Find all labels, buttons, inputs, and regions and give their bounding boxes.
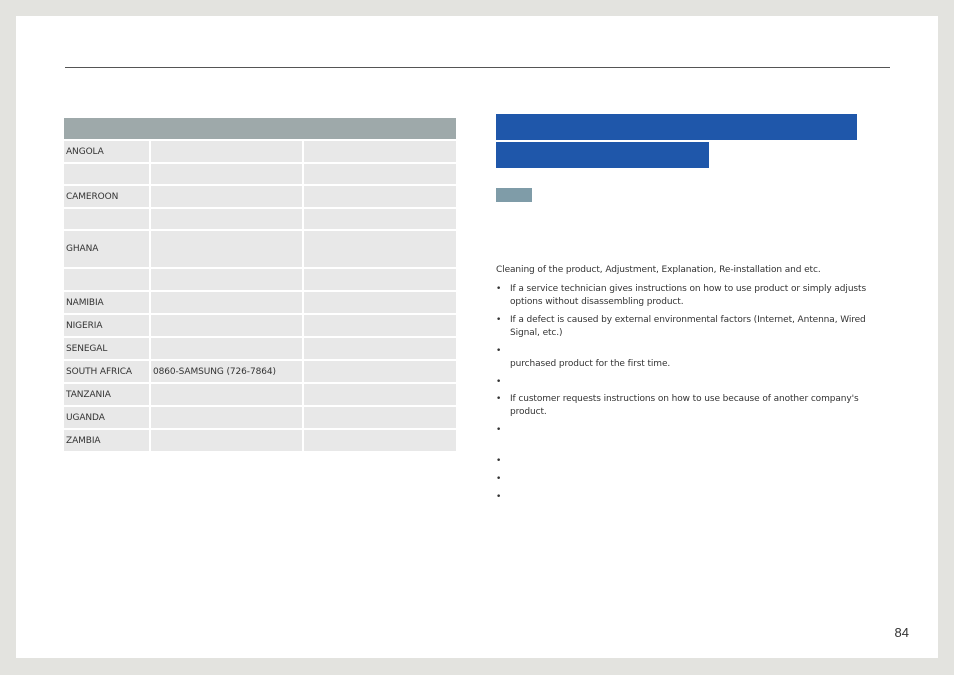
country-cell: TANZANIA: [64, 384, 149, 405]
list-item-text: If a service technician gives instructio…: [510, 284, 867, 307]
web-cell: [304, 430, 456, 451]
list-item-text: If a defect is caused by external enviro…: [510, 315, 866, 338]
table-row: TANZANIA: [64, 384, 456, 405]
web-cell: [304, 186, 456, 207]
bullet-dot-icon: •: [496, 284, 502, 294]
table-row: ANGOLA: [64, 141, 456, 162]
country-cell: SENEGAL: [64, 338, 149, 359]
country-cell: ANGOLA: [64, 141, 149, 162]
phone-cell: [151, 430, 302, 451]
web-cell: [304, 292, 456, 313]
phone-cell: [151, 164, 302, 184]
table-row: [64, 164, 456, 184]
list-item: • If a defect is caused by external envi…: [496, 314, 896, 340]
list-item: • purchased product for the first time.: [496, 345, 896, 371]
list-item: •: [496, 424, 896, 437]
country-cell: [64, 209, 149, 229]
bullet-dot-icon: •: [496, 394, 502, 404]
phone-cell: [151, 407, 302, 428]
web-cell: [304, 407, 456, 428]
bullet-dot-icon: •: [496, 492, 502, 502]
table-row: [64, 269, 456, 290]
web-cell: [304, 141, 456, 162]
country-cell: GHANA: [64, 231, 149, 267]
phone-cell: 0860-SAMSUNG (726-7864): [151, 361, 302, 382]
country-cell: CAMEROON: [64, 186, 149, 207]
section-heading-bar: [496, 142, 709, 168]
section-heading-bar: [496, 114, 857, 140]
phone-cell: [151, 186, 302, 207]
phone-cell: [151, 209, 302, 229]
bullet-list: • If a service technician gives instruct…: [496, 283, 896, 504]
web-cell: [304, 338, 456, 359]
header-rule: [65, 67, 890, 68]
table-row: UGANDA: [64, 407, 456, 428]
intro-text: Cleaning of the product, Adjustment, Exp…: [496, 265, 821, 275]
web-cell: [304, 361, 456, 382]
country-cell: NIGERIA: [64, 315, 149, 336]
table-row: NIGERIA: [64, 315, 456, 336]
phone-cell: [151, 231, 302, 267]
list-item: •: [496, 455, 896, 468]
document-page: ANGOLA CAMEROON GHANA NAMIBIA NIGERIA SE…: [16, 16, 938, 658]
phone-cell: [151, 292, 302, 313]
country-cell: ZAMBIA: [64, 430, 149, 451]
table-header: [64, 118, 456, 139]
bullet-dot-icon: •: [496, 425, 502, 435]
country-cell: SOUTH AFRICA: [64, 361, 149, 382]
web-cell: [304, 209, 456, 229]
bullet-dot-icon: •: [496, 456, 502, 466]
country-cell: [64, 164, 149, 184]
country-cell: NAMIBIA: [64, 292, 149, 313]
table-row: GHANA: [64, 231, 456, 267]
subsection-tag: [496, 188, 532, 202]
web-cell: [304, 315, 456, 336]
list-item-text: purchased product for the first time.: [510, 359, 671, 369]
web-cell: [304, 164, 456, 184]
bullet-dot-icon: •: [496, 474, 502, 484]
table-row: SOUTH AFRICA 0860-SAMSUNG (726-7864): [64, 361, 456, 382]
list-item: • If customer requests instructions on h…: [496, 393, 896, 419]
web-cell: [304, 384, 456, 405]
table-row: [64, 209, 456, 229]
bullet-dot-icon: •: [496, 377, 502, 387]
country-cell: UGANDA: [64, 407, 149, 428]
phone-cell: [151, 315, 302, 336]
list-item: • If a service technician gives instruct…: [496, 283, 896, 309]
table-row: NAMIBIA: [64, 292, 456, 313]
bullet-dot-icon: •: [496, 315, 502, 325]
list-item-text: If customer requests instructions on how…: [510, 394, 859, 417]
country-cell: [64, 269, 149, 290]
list-item: •: [496, 473, 896, 486]
phone-cell: [151, 141, 302, 162]
table-row: SENEGAL: [64, 338, 456, 359]
table-row: ZAMBIA: [64, 430, 456, 451]
phone-cell: [151, 269, 302, 290]
list-item: •: [496, 376, 896, 389]
contact-table: ANGOLA CAMEROON GHANA NAMIBIA NIGERIA SE…: [64, 118, 456, 453]
table-row: CAMEROON: [64, 186, 456, 207]
phone-cell: [151, 338, 302, 359]
phone-cell: [151, 384, 302, 405]
web-cell: [304, 269, 456, 290]
page-number: 84: [894, 625, 909, 640]
bullet-dot-icon: •: [496, 346, 502, 356]
list-item: •: [496, 491, 896, 504]
web-cell: [304, 231, 456, 267]
